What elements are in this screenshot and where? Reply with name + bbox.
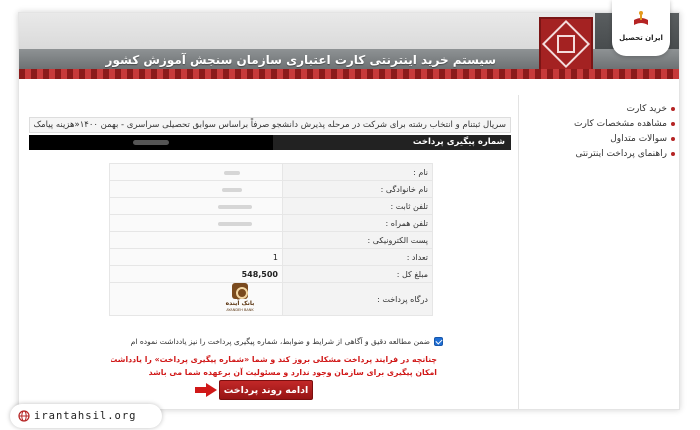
- site-header: سیستم خرید اینترنتی کارت اعتباری سازمان …: [19, 13, 679, 75]
- field-label: درگاه پرداخت :: [282, 282, 433, 316]
- sidebar-item-label: سوالات متداول: [610, 133, 667, 144]
- warning-line: چنانچه در فرایند پرداخت مشکلی بروز کند و…: [111, 355, 437, 364]
- warning-message: چنانچه در فرایند پرداخت مشکلی بروز کند و…: [111, 353, 437, 379]
- tracking-number-label: شماره پیگیری پرداخت: [273, 135, 511, 150]
- phone-value: [109, 197, 283, 215]
- sidebar-item-label: راهنمای پرداخت اینترنتی: [575, 148, 667, 159]
- sidebar-item-buy-card[interactable]: خرید کارت: [525, 101, 675, 116]
- payment-details-table: نام : نام خانوادگی : تلفن ثابت : تلفن هم…: [109, 163, 433, 316]
- table-row: پست الکترونیکی :: [109, 231, 433, 249]
- sidebar-item-payment-guide[interactable]: راهنمای پرداخت اینترنتی: [525, 146, 675, 161]
- irantahsil-badge: ایران تحصیل: [612, 0, 670, 56]
- table-row: 548,500 مبلغ کل :: [109, 265, 433, 283]
- ayandeh-bank-logo[interactable]: بانک آینده AYANDEH BANK: [226, 283, 254, 315]
- page-frame: سیستم خرید اینترنتی کارت اعتباری سازمان …: [18, 12, 680, 410]
- bullet-icon: [671, 151, 675, 156]
- main-content: سریال ثبتنام و انتخاب رشته برای شرکت در …: [29, 117, 511, 150]
- bullet-icon: [671, 106, 675, 111]
- tracking-number-value: [29, 135, 273, 150]
- tracking-number-row: شماره پیگیری پرداخت: [29, 135, 511, 150]
- table-row: تلفن همراه :: [109, 214, 433, 232]
- field-label: تلفن ثابت :: [282, 197, 433, 215]
- sanjesh-logo: [539, 17, 593, 75]
- warning-line: امکان پیگیری برای سازمان وجود ندارد و مس…: [148, 368, 437, 377]
- sidebar-item-view-card[interactable]: مشاهده مشخصات کارت: [525, 116, 675, 131]
- sidebar-item-label: خرید کارت: [626, 103, 667, 114]
- bullet-icon: [671, 136, 675, 141]
- continue-payment-button[interactable]: ادامه روند پرداخت: [219, 380, 313, 400]
- field-label: نام خانوادگی :: [282, 180, 433, 198]
- bank-emblem-icon: [232, 283, 248, 299]
- site-url: irantahsil.org: [34, 410, 137, 422]
- gateway-value: بانک آینده AYANDEH BANK: [109, 282, 283, 316]
- globe-icon: [18, 410, 30, 422]
- agree-checkbox[interactable]: [434, 337, 443, 346]
- field-label: نام :: [282, 163, 433, 181]
- header-ornament-band: [19, 69, 679, 79]
- field-label: تعداد :: [282, 248, 433, 266]
- site-url-pill: irantahsil.org: [10, 404, 162, 428]
- sidebar-item-label: مشاهده مشخصات کارت: [573, 118, 667, 129]
- table-row: نام خانوادگی :: [109, 180, 433, 198]
- field-label: پست الکترونیکی :: [282, 231, 433, 249]
- brand-name: ایران تحصیل: [619, 34, 663, 42]
- field-label: مبلغ کل :: [282, 265, 433, 283]
- book-logo-icon: [634, 11, 648, 25]
- table-row: تلفن ثابت :: [109, 197, 433, 215]
- family-name-value: [109, 180, 283, 198]
- sidebar-divider: [518, 95, 519, 409]
- table-row: 1 تعداد :: [109, 248, 433, 266]
- email-value: [109, 231, 283, 249]
- agree-label: ضمن مطالعه دقیق و آگاهی از شرایط و ضوابط…: [130, 337, 430, 346]
- page-title: سیستم خرید اینترنتی کارت اعتباری سازمان …: [105, 53, 496, 67]
- product-notice: سریال ثبتنام و انتخاب رشته برای شرکت در …: [29, 117, 511, 133]
- sidebar-item-faq[interactable]: سوالات متداول: [525, 131, 675, 146]
- name-value: [109, 163, 283, 181]
- right-arrow-icon: [195, 383, 217, 397]
- bullet-icon: [671, 121, 675, 126]
- terms-agreement: ضمن مطالعه دقیق و آگاهی از شرایط و ضوابط…: [109, 337, 443, 346]
- redacted-value: [133, 140, 169, 145]
- mobile-value: [109, 214, 283, 232]
- sidebar-menu: خرید کارت مشاهده مشخصات کارت سوالات متدا…: [525, 101, 675, 161]
- total-amount-value: 548,500: [109, 265, 283, 283]
- quantity-value: 1: [109, 248, 283, 266]
- table-row: بانک آینده AYANDEH BANK درگاه پرداخت :: [109, 282, 433, 316]
- table-row: نام :: [109, 163, 433, 181]
- field-label: تلفن همراه :: [282, 214, 433, 232]
